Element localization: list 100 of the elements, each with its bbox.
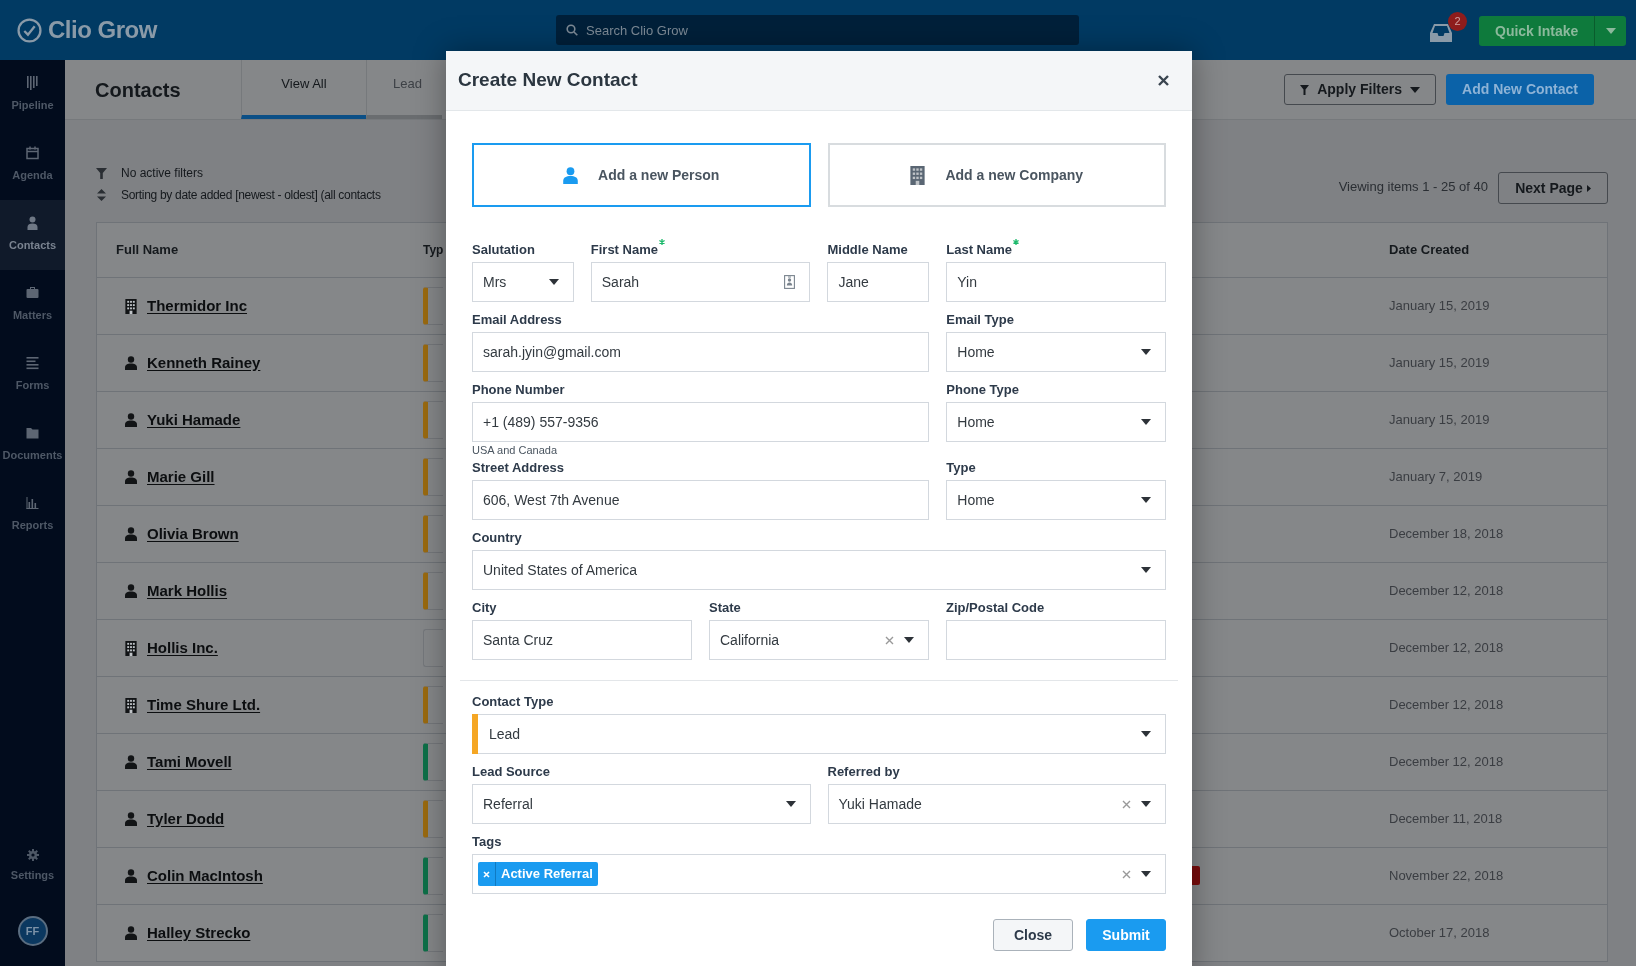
contact-kind-option[interactable]: Add a new Person bbox=[472, 143, 811, 207]
next-page-button[interactable]: Next Page bbox=[1498, 172, 1608, 204]
date-cell-text: January 7, 2019 bbox=[1388, 468, 1484, 487]
apply-filters-button[interactable]: Apply Filters bbox=[1284, 74, 1437, 105]
contact-link[interactable]: Mark Hollis bbox=[147, 579, 228, 603]
select-field[interactable]: Home bbox=[946, 332, 1166, 372]
caret-icon bbox=[548, 279, 559, 285]
contact-card-icon bbox=[784, 275, 796, 289]
date-cell-text: December 18, 2018 bbox=[1388, 525, 1505, 544]
sidebar-item[interactable]: Reports bbox=[0, 480, 65, 550]
input-field[interactable]: Sarah bbox=[590, 262, 811, 302]
submit-button[interactable]: Submit bbox=[1086, 919, 1166, 951]
person-icon bbox=[125, 926, 137, 940]
field-label: Zip/Postal Code bbox=[946, 599, 1045, 617]
search-field[interactable]: Search Clio Grow bbox=[556, 15, 1079, 45]
briefcase-icon bbox=[26, 286, 39, 301]
person-icon bbox=[125, 527, 137, 541]
close-button[interactable] bbox=[1156, 73, 1170, 88]
caret-icon bbox=[1141, 731, 1151, 737]
gear-icon bbox=[26, 848, 39, 861]
input-field[interactable]: 606, West 7th Avenue bbox=[472, 480, 930, 520]
select-field[interactable]: Referral bbox=[472, 784, 811, 824]
contact-link[interactable]: Tami Movell bbox=[147, 750, 232, 774]
settings-item[interactable]: Settings bbox=[0, 836, 65, 896]
building-icon bbox=[910, 165, 926, 185]
caret-icon bbox=[1141, 871, 1151, 877]
input-field[interactable]: Jane bbox=[827, 262, 930, 302]
person-icon bbox=[125, 470, 137, 484]
contact-link[interactable]: Olivia Brown bbox=[147, 522, 239, 546]
date-cell-text: January 15, 2019 bbox=[1388, 354, 1491, 373]
field-label: Type bbox=[946, 459, 976, 477]
input-field[interactable]: Yin bbox=[946, 262, 1166, 302]
tag-chip[interactable]: Active Referral bbox=[478, 862, 598, 886]
sidebar-item[interactable]: Matters bbox=[0, 270, 65, 340]
date-cell-text: January 15, 2019 bbox=[1388, 297, 1491, 316]
bar-chart-icon bbox=[26, 496, 39, 511]
contact-link[interactable]: Tyler Dodd bbox=[147, 807, 225, 831]
contact-link[interactable]: Hollis Inc. bbox=[147, 636, 218, 660]
contact-link[interactable]: Time Shure Ltd. bbox=[147, 693, 261, 717]
notification-badge: 2 bbox=[1448, 12, 1467, 31]
tags-field[interactable]: Active Referral bbox=[472, 854, 1166, 894]
contact-link[interactable]: Kenneth Rainey bbox=[147, 351, 261, 375]
input-field[interactable] bbox=[946, 620, 1166, 660]
contact-link[interactable]: Thermidor Inc bbox=[147, 294, 247, 318]
dropdown-button[interactable] bbox=[1594, 16, 1627, 46]
select-field[interactable]: Home bbox=[946, 480, 1166, 520]
field-label: First Name bbox=[590, 241, 658, 259]
close-button[interactable]: Close bbox=[993, 919, 1073, 951]
bars-icon bbox=[26, 76, 39, 91]
date-cell-text: January 15, 2019 bbox=[1388, 411, 1491, 430]
field-label: Email Type bbox=[946, 311, 1014, 329]
field-label: Middle Name bbox=[827, 241, 908, 259]
sidebar-item[interactable]: Forms bbox=[0, 340, 65, 410]
select-field[interactable]: Home bbox=[946, 402, 1166, 442]
caret-icon bbox=[904, 637, 914, 643]
sidebar-item[interactable]: Contacts bbox=[0, 200, 65, 270]
contact-link[interactable]: Halley Strecko bbox=[147, 921, 251, 945]
field-hint: USA and Canada bbox=[472, 444, 558, 456]
input-field[interactable]: sarah.jyin@gmail.com bbox=[472, 332, 930, 372]
select-field[interactable]: Yuki Hamade bbox=[827, 784, 1166, 824]
date-cell-text: November 22, 2018 bbox=[1388, 867, 1505, 886]
user-avatar[interactable]: FF bbox=[17, 916, 48, 946]
person-icon bbox=[125, 584, 137, 598]
building-icon bbox=[125, 697, 137, 713]
sort-status: Sorting by date added [newest - oldest] (all contacts bbox=[121, 187, 381, 204]
contact-link[interactable]: Yuki Hamade bbox=[147, 408, 241, 432]
caret-icon bbox=[1141, 497, 1151, 503]
contact-link[interactable]: Marie Gill bbox=[147, 465, 215, 489]
select-field[interactable]: Mrs bbox=[472, 262, 574, 302]
building-icon bbox=[125, 640, 137, 656]
input-field[interactable]: +1 (489) 557-9356 bbox=[472, 402, 930, 442]
column-header: Typ bbox=[423, 242, 444, 259]
filter-status: No active filters bbox=[121, 165, 204, 182]
tab[interactable]: Lead bbox=[366, 60, 442, 119]
person-icon bbox=[125, 869, 137, 883]
page-title: Contacts bbox=[94, 77, 182, 103]
contact-kind-option[interactable]: Add a new Company bbox=[827, 143, 1166, 207]
column-header: Date Created bbox=[1388, 241, 1471, 260]
field-label: Phone Type bbox=[946, 381, 1019, 399]
select-field[interactable]: United States of America bbox=[472, 550, 1166, 590]
caret-icon bbox=[1410, 86, 1420, 93]
sidebar-item[interactable]: Documents bbox=[0, 410, 65, 480]
input-field[interactable]: Santa Cruz bbox=[472, 620, 692, 660]
sidebar-item[interactable]: Agenda bbox=[0, 130, 65, 200]
caret-icon bbox=[1141, 349, 1151, 355]
contact-link[interactable]: Colin MacIntosh bbox=[147, 864, 263, 888]
person-icon bbox=[125, 356, 137, 370]
field-label: Phone Number bbox=[472, 381, 565, 399]
date-cell-text: December 12, 2018 bbox=[1388, 696, 1505, 715]
sidebar-item[interactable]: Pipeline bbox=[0, 60, 65, 130]
caret-icon bbox=[1605, 28, 1616, 34]
tab[interactable]: View All bbox=[241, 60, 366, 119]
field-label: Lead Source bbox=[472, 763, 551, 781]
column-header: Full Name bbox=[115, 241, 180, 260]
field-label: Street Address bbox=[472, 459, 564, 477]
field-label: Email Address bbox=[472, 311, 562, 329]
date-cell-text: December 12, 2018 bbox=[1388, 582, 1505, 601]
select-field[interactable]: Lead bbox=[472, 714, 1166, 754]
add-new-contact-button[interactable]: Add New Contact bbox=[1446, 74, 1594, 105]
select-field[interactable]: California bbox=[709, 620, 929, 660]
